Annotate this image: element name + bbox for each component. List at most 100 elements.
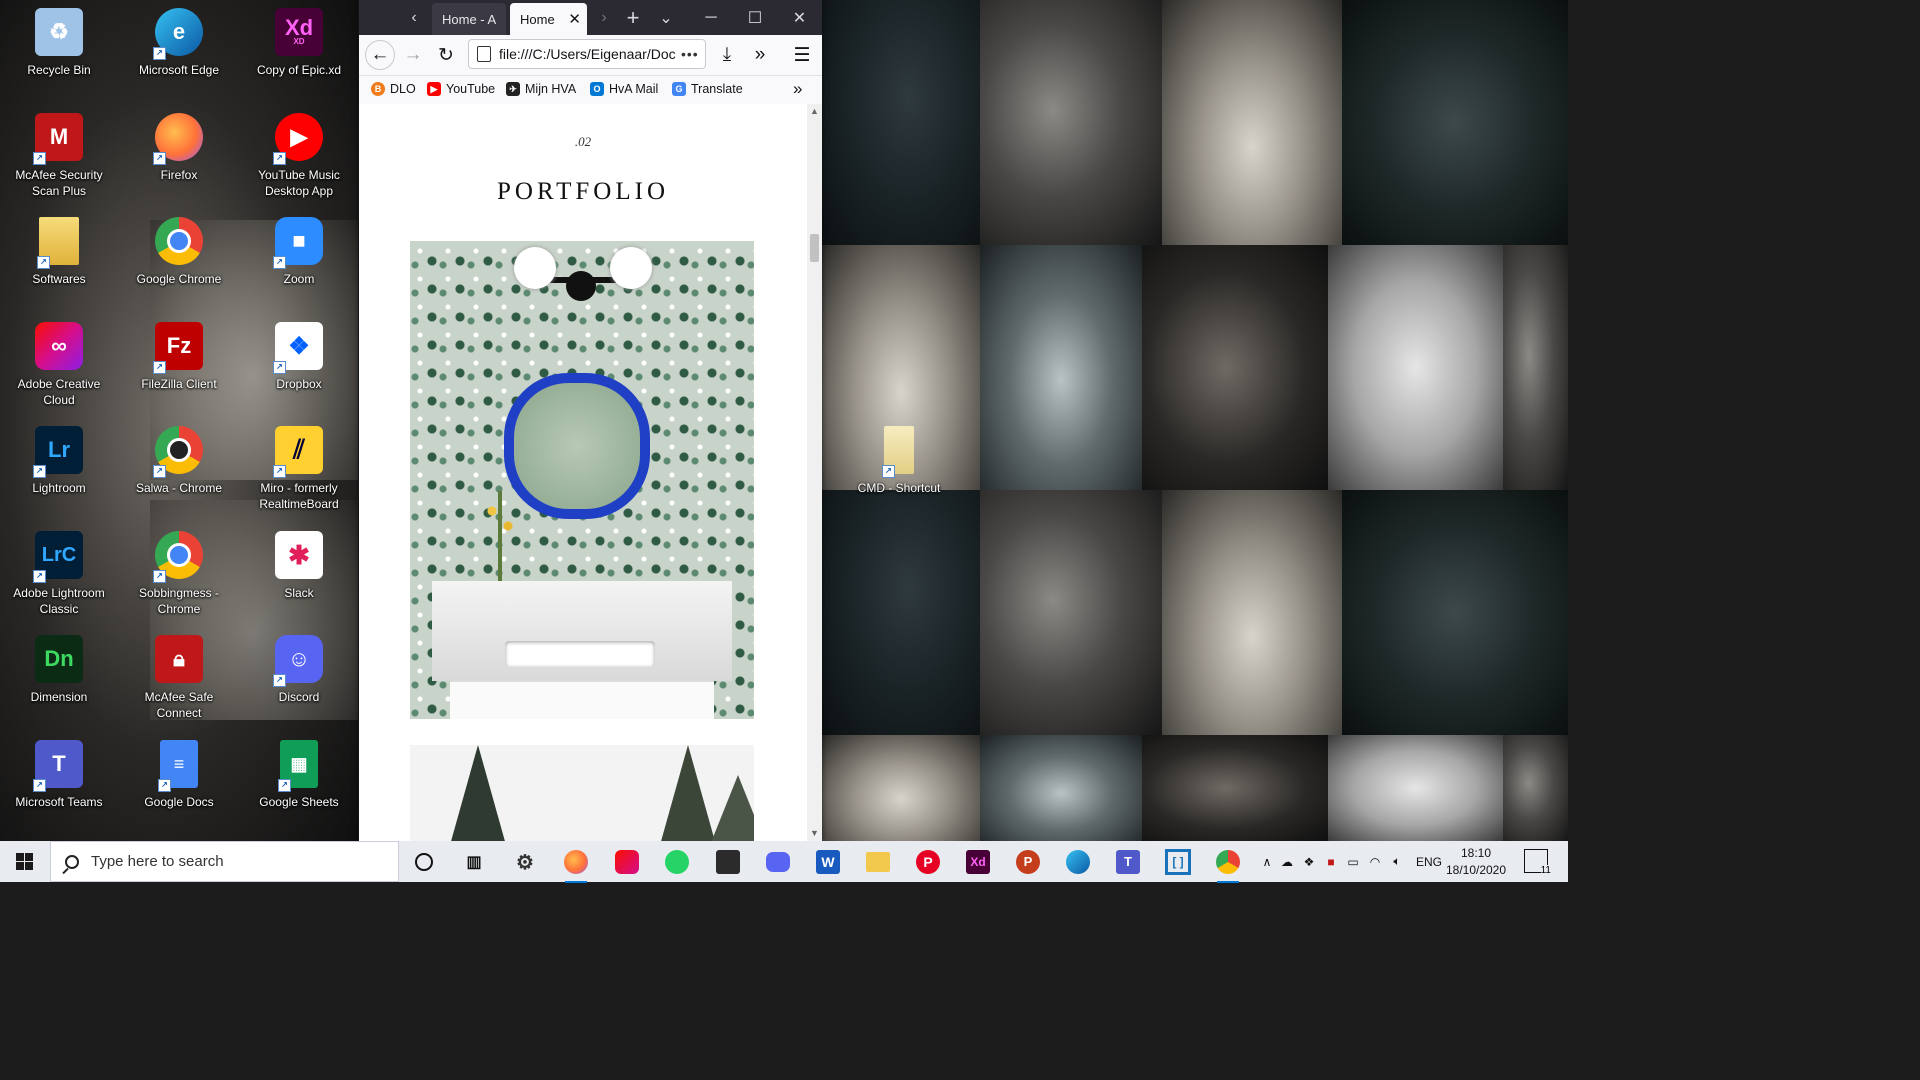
desktop-icon-mcafee-safe-connect[interactable]: 🔒︎ McAfee Safe Connect xyxy=(120,631,238,735)
menu-button[interactable]: ☰ xyxy=(787,40,817,70)
desktop-icon-edge[interactable]: e ↗ Microsoft Edge xyxy=(120,4,238,108)
settings-taskbar-button[interactable]: ⚙ xyxy=(508,845,542,879)
address-bar[interactable]: file:///C:/Users/Eigenaar/Doc ••• xyxy=(468,39,706,69)
teams-icon: T ↗ xyxy=(33,740,83,792)
start-button[interactable] xyxy=(0,841,48,882)
tab-close-icon[interactable]: ✕ xyxy=(568,10,581,28)
creative-cloud-taskbar-button[interactable] xyxy=(610,845,644,879)
powerpoint-taskbar-button[interactable]: P xyxy=(1011,845,1045,879)
chrome-profile-icon: ↗ xyxy=(153,531,203,583)
battery-icon[interactable]: ▭ xyxy=(1342,855,1364,869)
portfolio-image-trees[interactable] xyxy=(410,745,754,841)
desktop-icon-discord[interactable]: ☺ ↗ Discord xyxy=(240,631,358,735)
word-taskbar-button[interactable]: W xyxy=(811,845,845,879)
portfolio-image-bathroom[interactable] xyxy=(410,241,754,719)
desktop-icon-filezilla[interactable]: Fz ↗ FileZilla Client xyxy=(120,318,238,422)
desktop-icon-google-sheets[interactable]: ▦ ↗ Google Sheets xyxy=(240,736,358,840)
desktop-icon-youtube-music[interactable]: ▶ ↗ YouTube Music Desktop App xyxy=(240,109,358,213)
desktop-icon-sobbingmess-chrome[interactable]: ↗ Sobbingmess - Chrome xyxy=(120,527,238,631)
discord-icon xyxy=(766,852,790,872)
tab-home-inactive[interactable]: Home - A xyxy=(432,3,506,35)
maximize-button[interactable]: ☐ xyxy=(733,0,777,35)
taskbar-search[interactable]: Type here to search xyxy=(50,841,399,882)
desktop-icon-salwa-chrome[interactable]: ↗ Salwa - Chrome xyxy=(120,422,238,526)
creative-cloud-icon: ∞ xyxy=(35,322,83,370)
notification-center-button[interactable]: 11 xyxy=(1524,849,1551,876)
desktop-icon-zoom[interactable]: ■ ↗ Zoom xyxy=(240,213,358,317)
volume-icon[interactable]: 🔈︎ xyxy=(1386,854,1408,869)
language-indicator[interactable]: ENG xyxy=(1416,855,1442,869)
scroll-down-icon[interactable]: ▼ xyxy=(807,826,822,841)
edge-taskbar-button[interactable] xyxy=(1061,845,1095,879)
firefox-taskbar-button[interactable] xyxy=(559,845,593,883)
file-explorer-taskbar-button[interactable] xyxy=(861,845,895,879)
forward-button[interactable]: → xyxy=(398,40,428,70)
pen-app-taskbar-button[interactable] xyxy=(711,845,745,879)
bookmark-mijn-hva[interactable]: ✈ Mijn HVA xyxy=(506,82,576,96)
teams-taskbar-button[interactable]: T xyxy=(1111,845,1145,879)
new-tab-button[interactable]: + xyxy=(616,0,650,35)
discord-taskbar-button[interactable] xyxy=(761,845,795,879)
more-tools-button[interactable]: » xyxy=(745,40,775,70)
tab-home-active[interactable]: Home ✕ xyxy=(510,3,587,35)
desktop-icon-dimension[interactable]: Dn Dimension xyxy=(0,631,118,735)
desktop-icon-google-docs[interactable]: ≡ ↗ Google Docs xyxy=(120,736,238,840)
wallpaper-tile xyxy=(1342,0,1568,245)
bookmark-dlo[interactable]: B DLO xyxy=(371,82,416,96)
cortana-button[interactable] xyxy=(407,845,441,879)
whatsapp-taskbar-button[interactable] xyxy=(660,845,694,879)
wallpaper-tile xyxy=(1328,735,1503,841)
tab-list-button[interactable]: ⌄ xyxy=(649,0,683,35)
page-scrollbar[interactable]: ▲ ▼ xyxy=(807,104,822,841)
task-view-button[interactable]: ▥ xyxy=(457,845,491,879)
dimension-icon: Dn xyxy=(35,635,83,683)
pinterest-taskbar-button[interactable]: P xyxy=(911,845,945,879)
double-chevron-icon: » xyxy=(754,44,766,65)
bookmark-youtube[interactable]: ▶ YouTube xyxy=(427,82,495,96)
desktop-icon-mcafee-scan[interactable]: M ↗ McAfee Security Scan Plus xyxy=(0,109,118,213)
onedrive-icon[interactable]: ☁ xyxy=(1276,855,1298,869)
back-button[interactable]: ← xyxy=(365,40,395,70)
desktop-icon-creative-cloud[interactable]: ∞ Adobe Creative Cloud xyxy=(0,318,118,422)
desktop-icon-lightroom[interactable]: Lr ↗ Lightroom xyxy=(0,422,118,526)
google-sheets-icon: ▦ ↗ xyxy=(278,740,318,792)
dropbox-tray-icon[interactable]: ❖ xyxy=(1298,855,1320,869)
mcafee-safe-connect-icon: 🔒︎ xyxy=(155,635,203,683)
desktop-icon-recycle-bin[interactable]: ♻ Recycle Bin xyxy=(0,4,118,108)
scroll-up-icon[interactable]: ▲ xyxy=(807,104,822,119)
mcafee-tray-icon[interactable]: ■ xyxy=(1320,855,1342,869)
desktop-icon-chrome[interactable]: Google Chrome xyxy=(120,213,238,317)
miro-icon: ⫽ ↗ xyxy=(273,426,323,478)
desktop-icon-lightroom-classic[interactable]: LrC ↗ Adobe Lightroom Classic xyxy=(0,527,118,631)
page-actions-button[interactable]: ••• xyxy=(681,46,699,62)
scroll-thumb[interactable] xyxy=(810,234,819,262)
wifi-icon[interactable]: ◠ xyxy=(1364,855,1386,869)
scroll-tabs-left-button[interactable]: ‹ xyxy=(397,0,431,35)
close-window-button[interactable]: ✕ xyxy=(777,0,822,35)
minimize-button[interactable]: ─ xyxy=(689,0,733,35)
url-text[interactable]: file:///C:/Users/Eigenaar/Doc xyxy=(499,46,677,62)
desktop-icon-miro[interactable]: ⫽ ↗ Miro - formerly RealtimeBoard xyxy=(240,422,358,526)
bookmark-translate[interactable]: G Translate xyxy=(672,82,743,96)
desktop-icon-dropbox[interactable]: ❖ ↗ Dropbox xyxy=(240,318,358,422)
chrome-taskbar-button[interactable] xyxy=(1211,845,1245,883)
reload-button[interactable]: ↻ xyxy=(431,40,461,70)
desktop-icon-softwares[interactable]: ↗ Softwares xyxy=(0,213,118,317)
desktop-icon-firefox[interactable]: ↗ Firefox xyxy=(120,109,238,213)
wallpaper-tile xyxy=(822,735,980,841)
section-number: .02 xyxy=(574,134,592,149)
wallpaper-tile xyxy=(1328,245,1503,490)
desktop-icon-slack[interactable]: ✱ Slack xyxy=(240,527,358,631)
xd-taskbar-button[interactable]: Xd xyxy=(961,845,995,879)
bracket-app-taskbar-button[interactable]: [ ] xyxy=(1161,845,1195,879)
bookmark-hva-mail[interactable]: O HvA Mail xyxy=(590,82,658,96)
show-hidden-icons-button[interactable]: ∧ xyxy=(1258,855,1276,869)
lightroom-classic-icon: LrC ↗ xyxy=(33,531,83,583)
downloads-button[interactable]: ⤓ xyxy=(712,40,742,70)
wallpaper-tile xyxy=(980,735,1142,841)
desktop-icon-teams[interactable]: T ↗ Microsoft Teams xyxy=(0,736,118,840)
desktop-icon-cmd-shortcut[interactable]: ↗ CMD - Shortcut xyxy=(840,422,958,526)
clock[interactable]: 18:10 18/10/2020 xyxy=(1440,845,1512,879)
desktop-icon-xd-file[interactable]: Xd XD Copy of Epic.xd xyxy=(240,4,358,108)
bookmarks-overflow-button[interactable]: » xyxy=(793,79,802,99)
